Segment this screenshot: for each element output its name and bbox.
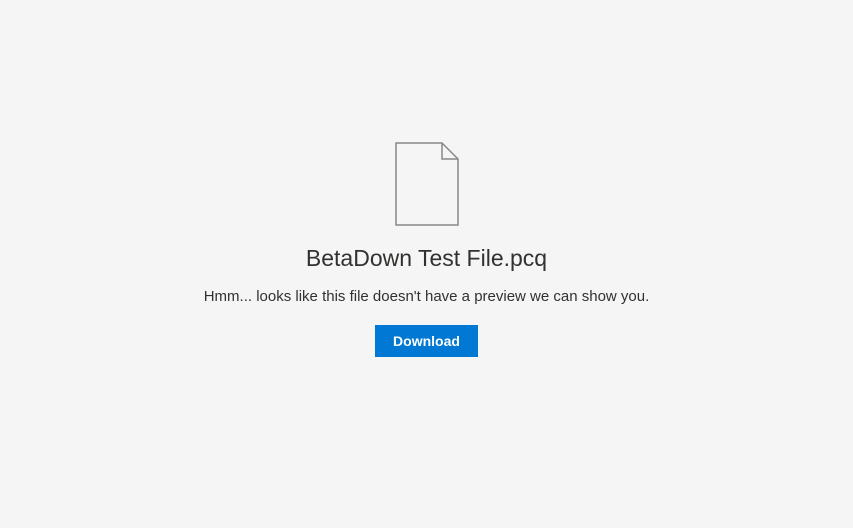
download-button[interactable]: Download [375, 325, 478, 357]
no-preview-message: Hmm... looks like this file doesn't have… [204, 288, 650, 305]
no-preview-panel: BetaDown Test File.pcq Hmm... looks like… [204, 142, 650, 357]
file-name: BetaDown Test File.pcq [306, 245, 547, 272]
file-icon [395, 142, 459, 231]
